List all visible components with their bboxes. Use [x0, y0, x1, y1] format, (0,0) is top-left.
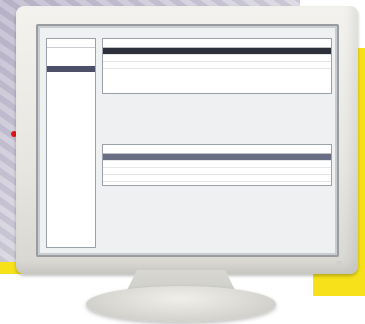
power-button[interactable]: [336, 261, 342, 265]
upper-table-header: [103, 39, 331, 48]
monitor-screen: [40, 28, 335, 253]
table-row[interactable]: [103, 168, 331, 175]
table-row[interactable]: [103, 55, 331, 62]
table-row[interactable]: [103, 175, 331, 182]
table-row[interactable]: [103, 62, 331, 69]
sidebar-panel: [46, 38, 96, 248]
table-row[interactable]: [103, 154, 331, 161]
sidebar-item-selected[interactable]: [47, 66, 95, 72]
sidebar-title: [47, 39, 95, 48]
lower-table: [102, 144, 332, 186]
table-row[interactable]: [103, 161, 331, 168]
monitor-base: [86, 286, 276, 322]
crt-monitor: [16, 6, 358, 274]
lower-table-header: [103, 145, 331, 154]
monitor-bezel: [36, 24, 339, 257]
upper-table: [102, 38, 332, 94]
table-row[interactable]: [103, 48, 331, 55]
